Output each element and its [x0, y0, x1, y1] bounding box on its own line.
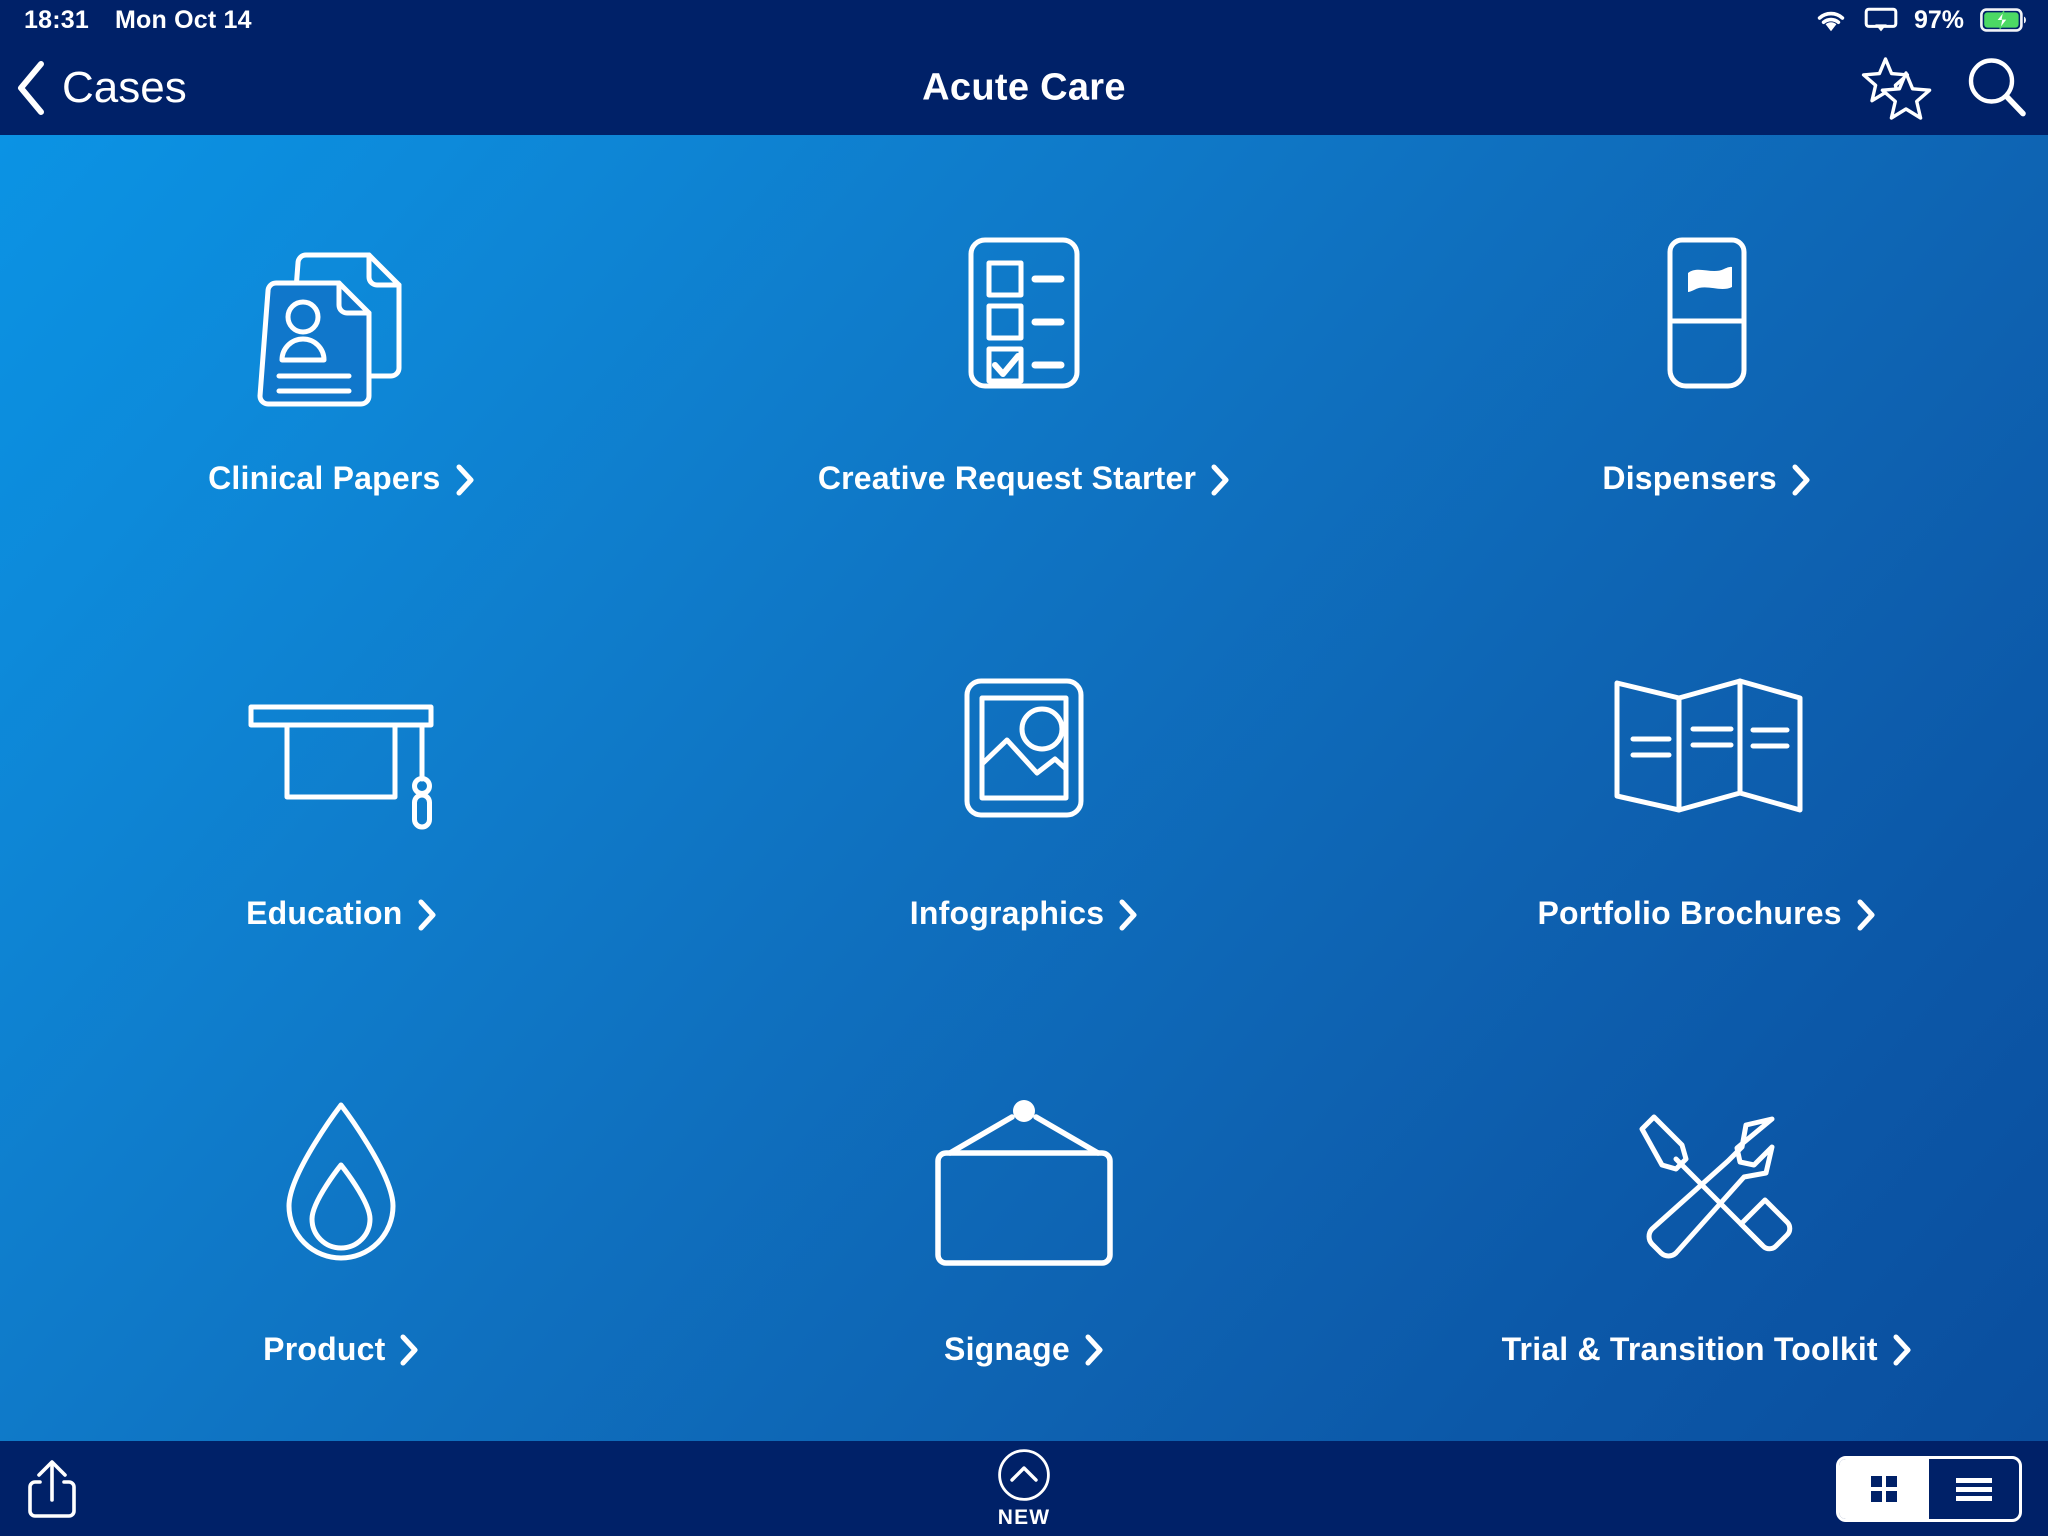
status-bar-right: 97%: [1814, 6, 2048, 35]
grid-view-icon: [1866, 1471, 1902, 1507]
status-bar-time: 18:31: [24, 5, 89, 34]
grid-item-signage[interactable]: Signage: [683, 1006, 1366, 1441]
grid-item-label: Product: [263, 1331, 419, 1368]
view-toggle: [1836, 1455, 2022, 1522]
share-upload-icon[interactable]: [26, 1458, 78, 1520]
page-title: Acute Care: [922, 66, 1126, 108]
image-photo-icon: [929, 643, 1119, 843]
navigation-bar-actions: [1858, 55, 2030, 121]
list-view-button[interactable]: [1929, 1459, 2019, 1519]
chevron-right-icon: [1892, 1334, 1912, 1366]
graduation-cap-icon: [241, 643, 441, 843]
list-view-icon: [1952, 1473, 1996, 1505]
hanging-sign-icon: [924, 1079, 1124, 1279]
chevron-right-icon: [455, 464, 475, 496]
favorites-stars-icon[interactable]: [1858, 55, 1936, 121]
water-droplet-icon: [246, 1079, 436, 1279]
app-root: 18:31 Mon Oct 14 97% Cases Acute Care Cl…: [0, 0, 2048, 1536]
chevron-right-icon: [399, 1334, 419, 1366]
bottom-toolbar: NEW: [0, 1441, 2048, 1536]
trifold-brochure-icon: [1607, 643, 1807, 843]
grid-item-label: Trial & Transition Toolkit: [1502, 1331, 1912, 1368]
grid-item-label: Education: [246, 895, 436, 932]
navigation-bar: Cases Acute Care: [0, 40, 2048, 135]
status-bar-left: 18:31 Mon Oct 14: [0, 5, 252, 34]
chevron-right-icon: [417, 899, 437, 931]
chevron-right-icon: [1084, 1334, 1104, 1366]
grid-item-trial-transition-toolkit[interactable]: Trial & Transition Toolkit: [1365, 1006, 2048, 1441]
grid-item-label: Creative Request Starter: [818, 460, 1230, 497]
airplay-icon: [1864, 7, 1898, 33]
wifi-icon: [1814, 7, 1848, 33]
chevron-up-circle-icon: [997, 1448, 1051, 1502]
grid-item-creative-request-starter[interactable]: Creative Request Starter: [683, 135, 1366, 570]
chevron-right-icon: [1118, 899, 1138, 931]
new-button[interactable]: NEW: [997, 1448, 1051, 1530]
content-area: Clinical Papers Creative Request Starter…: [0, 135, 2048, 1441]
grid-item-label: Signage: [944, 1331, 1104, 1368]
category-grid: Clinical Papers Creative Request Starter…: [0, 135, 2048, 1441]
battery-charging-icon: [1980, 7, 2028, 33]
status-bar: 18:31 Mon Oct 14 97%: [0, 0, 2048, 40]
battery-percent-label: 97%: [1913, 5, 1964, 34]
status-bar-date: Mon Oct 14: [114, 5, 252, 34]
dispenser-icon: [1612, 208, 1802, 408]
grid-view-button[interactable]: [1839, 1458, 1929, 1519]
grid-item-label: Infographics: [910, 895, 1138, 932]
grid-item-product[interactable]: Product: [0, 1006, 683, 1441]
chevron-right-icon: [1856, 899, 1876, 931]
chevron-right-icon: [1210, 464, 1230, 496]
grid-item-label: Clinical Papers: [208, 460, 474, 497]
documents-person-icon: [246, 208, 436, 408]
checklist-icon: [929, 208, 1119, 408]
grid-item-portfolio-brochures[interactable]: Portfolio Brochures: [1365, 570, 2048, 1005]
grid-item-education[interactable]: Education: [0, 570, 683, 1005]
tools-wrench-screwdriver-icon: [1612, 1079, 1802, 1279]
grid-item-dispensers[interactable]: Dispensers: [1365, 135, 2048, 570]
chevron-right-icon: [1791, 464, 1811, 496]
grid-item-label: Portfolio Brochures: [1538, 895, 1876, 932]
grid-item-infographics[interactable]: Infographics: [683, 570, 1366, 1005]
grid-item-clinical-papers[interactable]: Clinical Papers: [0, 135, 683, 570]
new-button-label: NEW: [997, 1505, 1051, 1529]
grid-item-label: Dispensers: [1602, 460, 1811, 497]
search-icon[interactable]: [1964, 55, 2030, 121]
